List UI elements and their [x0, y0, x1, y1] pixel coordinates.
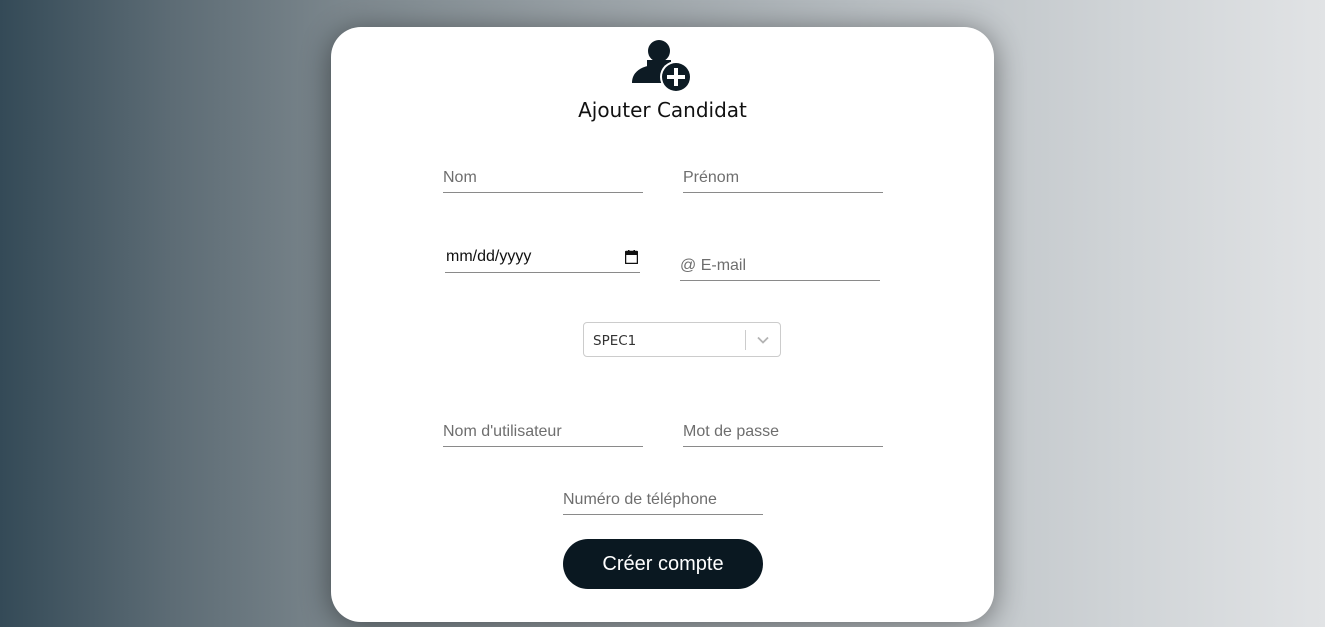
- select-separator: [745, 330, 746, 350]
- select-value: SPEC1: [593, 333, 637, 349]
- add-candidate-card: Ajouter Candidat mm/dd/yyyy SPEC1 Créer …: [331, 27, 994, 622]
- password-input[interactable]: [683, 417, 883, 447]
- calendar-icon[interactable]: [625, 250, 638, 264]
- nom-input[interactable]: [443, 163, 643, 193]
- prenom-input[interactable]: [683, 163, 883, 193]
- specialite-select[interactable]: SPEC1: [583, 322, 781, 357]
- user-add-icon: [632, 40, 692, 93]
- email-input[interactable]: [680, 251, 880, 281]
- date-placeholder: mm/dd/yyyy: [446, 248, 532, 265]
- birthdate-input[interactable]: mm/dd/yyyy: [445, 245, 640, 273]
- phone-input[interactable]: [563, 485, 763, 515]
- create-account-button[interactable]: Créer compte: [563, 539, 763, 589]
- page-title: Ajouter Candidat: [578, 98, 747, 122]
- chevron-down-icon[interactable]: [756, 334, 770, 346]
- username-input[interactable]: [443, 417, 643, 447]
